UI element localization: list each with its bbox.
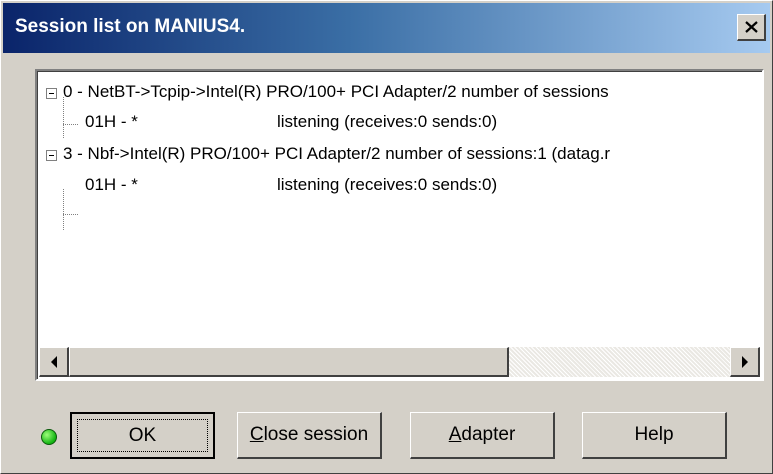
help-button-label: Help xyxy=(634,424,674,445)
scroll-thumb[interactable] xyxy=(69,347,509,377)
session-status: listening (receives:0 sends:0) xyxy=(277,112,498,131)
tree-child-session[interactable]: 01H - * listening (receives:0 sends:0) xyxy=(37,109,762,135)
close-icon xyxy=(744,21,758,33)
close-button[interactable] xyxy=(737,14,766,41)
collapse-icon[interactable] xyxy=(46,88,57,99)
horizontal-scrollbar[interactable] xyxy=(39,347,760,377)
arrow-right-icon xyxy=(741,355,748,368)
title-bar[interactable]: Session list on MANIUS4. xyxy=(3,3,770,53)
session-tree[interactable]: 0 - NetBT->Tcpip->Intel(R) PRO/100+ PCI … xyxy=(35,69,764,381)
scroll-left-button[interactable] xyxy=(39,347,69,377)
help-button[interactable]: Help xyxy=(582,412,727,459)
session-list-dialog: Session list on MANIUS4. 0 - NetBT->Tcpi… xyxy=(0,0,773,474)
collapse-icon[interactable] xyxy=(46,150,57,161)
adapter-label: Adapter xyxy=(448,424,516,445)
adapter-button[interactable]: Adapter xyxy=(410,412,555,459)
session-status: listening (receives:0 sends:0) xyxy=(277,175,498,194)
ok-button[interactable]: OK xyxy=(70,412,215,459)
window-title: Session list on MANIUS4. xyxy=(15,16,246,37)
arrow-left-icon xyxy=(50,355,57,368)
tree-connector xyxy=(63,214,78,215)
tree-node-label: 0 - NetBT->Tcpip->Intel(R) PRO/100+ PCI … xyxy=(63,82,609,101)
tree-child-session[interactable]: 01H - * listening (receives:0 sends:0) xyxy=(37,172,762,198)
scroll-right-button[interactable] xyxy=(730,347,760,377)
close-session-label: Close session xyxy=(249,424,369,445)
tree-node-adapter-0[interactable]: 0 - NetBT->Tcpip->Intel(R) PRO/100+ PCI … xyxy=(37,79,762,105)
session-tree-content: 0 - NetBT->Tcpip->Intel(R) PRO/100+ PCI … xyxy=(37,71,762,345)
session-name: 01H - * xyxy=(85,112,138,131)
tree-node-adapter-3[interactable]: 3 - Nbf->Intel(R) PRO/100+ PCI Adapter/2… xyxy=(37,141,762,167)
focus-rect xyxy=(77,419,208,452)
session-name: 01H - * xyxy=(85,175,138,194)
close-session-button[interactable]: Close session xyxy=(237,412,382,459)
green-led-icon xyxy=(41,429,57,445)
tree-node-label: 3 - Nbf->Intel(R) PRO/100+ PCI Adapter/2… xyxy=(63,144,611,163)
